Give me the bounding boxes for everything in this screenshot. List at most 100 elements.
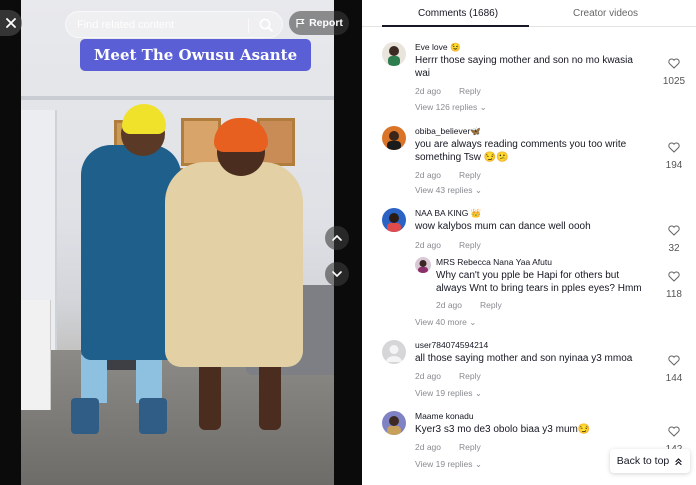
like-button[interactable]: 1025	[659, 58, 689, 89]
man-sock	[139, 398, 167, 434]
reply-button[interactable]: Reply	[459, 86, 481, 96]
view-replies-button[interactable]: View 19 replies ⌄	[415, 388, 482, 399]
comment-meta: 2d ago Reply	[415, 86, 481, 96]
search-bar[interactable]	[65, 11, 283, 38]
comment-time: 2d ago	[415, 240, 441, 250]
avatar[interactable]	[382, 208, 406, 232]
previous-video-button[interactable]	[325, 226, 349, 250]
reply-text: Why can't you pple be Hapi for others bu…	[436, 270, 642, 294]
woman-figure	[165, 162, 303, 367]
chevron-down-icon: ⌄	[479, 102, 487, 112]
avatar[interactable]	[382, 126, 406, 150]
avatar[interactable]	[382, 42, 406, 66]
comment-username[interactable]: Eve love 😉	[415, 42, 461, 53]
avatar[interactable]	[382, 411, 406, 435]
view-replies-button[interactable]: View 43 replies ⌄	[415, 185, 482, 196]
heart-icon	[668, 271, 680, 282]
video-frame[interactable]: Meet The Owusu Asante	[21, 0, 334, 485]
reply-username[interactable]: MRS Rebecca Nana Yaa Afutu	[436, 257, 552, 267]
comment-time: 2d ago	[415, 371, 441, 381]
like-button[interactable]: 118	[659, 271, 689, 302]
report-button[interactable]: Report	[289, 11, 349, 35]
heart-icon	[668, 225, 680, 236]
comment-meta: 2d ago Reply	[415, 442, 481, 452]
comment-text: Herrr those saying mother and son no mo …	[415, 55, 633, 79]
report-label: Report	[309, 17, 343, 29]
view-more-replies-button[interactable]: View 40 more ⌄	[415, 317, 476, 328]
heart-icon	[668, 426, 680, 437]
comment-text: wow kalybos mum can dance well oooh	[415, 221, 591, 232]
reply-button[interactable]: Reply	[480, 300, 502, 310]
chevron-down-icon: ⌄	[474, 459, 482, 469]
search-input[interactable]	[77, 18, 237, 31]
like-count: 118	[666, 289, 682, 300]
chevron-down-icon: ⌄	[474, 185, 482, 195]
view-replies-label: View 126 replies	[415, 102, 478, 112]
tab-bar: Comments (1686) Creator videos	[362, 0, 696, 27]
man-cap	[122, 104, 166, 134]
reply-button[interactable]: Reply	[459, 240, 481, 250]
avatar[interactable]	[415, 257, 431, 273]
comment-username[interactable]: NAA BA KING 👑	[415, 208, 481, 219]
view-replies-button[interactable]: View 19 replies ⌄	[415, 459, 482, 470]
comment-time: 2d ago	[415, 170, 441, 180]
reply-meta: 2d ago Reply	[436, 300, 502, 310]
active-tab-indicator	[382, 25, 529, 27]
like-button[interactable]: 144	[659, 355, 689, 386]
reply-item: MRS Rebecca Nana Yaa Afutu Why can't you…	[415, 257, 682, 317]
comment-username[interactable]: obiba_believer🦋	[415, 126, 481, 137]
comment-text: you are always reading comments you too …	[415, 139, 627, 163]
comment-username[interactable]: user784074594214	[415, 340, 488, 350]
comment-item: user784074594214 all those saying mother…	[382, 340, 682, 402]
close-icon	[6, 18, 16, 28]
next-video-button[interactable]	[325, 262, 349, 286]
video-caption-banner: Meet The Owusu Asante	[80, 39, 311, 71]
like-count: 194	[665, 160, 683, 171]
like-button[interactable]: 32	[659, 225, 689, 256]
cabinet	[21, 300, 51, 410]
comment-text: Kyer3 s3 mo de3 obolo biaa y3 mum😏	[415, 424, 591, 435]
back-to-top-label: Back to top	[616, 455, 670, 467]
tab-creator-videos[interactable]: Creator videos	[573, 8, 638, 19]
comment-time: 2d ago	[415, 442, 441, 452]
like-count: 1025	[662, 76, 686, 87]
heart-icon	[668, 355, 680, 366]
back-to-top-button[interactable]: Back to top	[610, 449, 690, 473]
view-replies-label: View 43 replies	[415, 185, 473, 195]
heart-icon	[668, 58, 680, 69]
like-button[interactable]: 194	[659, 142, 689, 173]
heart-icon	[668, 142, 680, 153]
comment-meta: 2d ago Reply	[415, 170, 481, 180]
view-replies-label: View 40 more	[415, 317, 467, 327]
like-count: 32	[668, 243, 680, 254]
comment-meta: 2d ago Reply	[415, 240, 481, 250]
video-player[interactable]: Meet The Owusu Asante Report	[0, 0, 362, 485]
close-button[interactable]	[0, 10, 22, 36]
like-count: 144	[665, 373, 683, 384]
comment-username[interactable]: Maame konadu	[415, 411, 474, 421]
reply-button[interactable]: Reply	[459, 170, 481, 180]
man-leg	[81, 355, 107, 403]
comments-panel[interactable]: Comments (1686) Creator videos Eve love …	[362, 0, 696, 485]
tab-comments[interactable]: Comments (1686)	[418, 8, 498, 19]
comment-item: Eve love 😉 Herrr those saying mother and…	[382, 42, 685, 117]
wall-trim	[21, 96, 334, 100]
search-divider	[248, 18, 249, 33]
view-replies-button[interactable]: View 126 replies ⌄	[415, 102, 487, 113]
woman-leg	[259, 360, 281, 430]
chevron-down-icon: ⌄	[469, 317, 477, 327]
search-icon[interactable]	[258, 17, 274, 33]
woman-leg	[199, 360, 221, 430]
comment-time: 2d ago	[415, 86, 441, 96]
comment-item: NAA BA KING 👑 wow kalybos mum can dance …	[382, 208, 682, 333]
reply-time: 2d ago	[436, 300, 462, 310]
view-replies-label: View 19 replies	[415, 388, 473, 398]
reply-button[interactable]: Reply	[459, 442, 481, 452]
reply-button[interactable]: Reply	[459, 371, 481, 381]
man-sock	[71, 398, 99, 434]
double-chevron-up-icon	[675, 457, 682, 465]
avatar[interactable]	[382, 340, 406, 364]
view-replies-label: View 19 replies	[415, 459, 473, 469]
comment-text: all those saying mother and son nyinaa y…	[415, 353, 633, 364]
comment-meta: 2d ago Reply	[415, 371, 481, 381]
